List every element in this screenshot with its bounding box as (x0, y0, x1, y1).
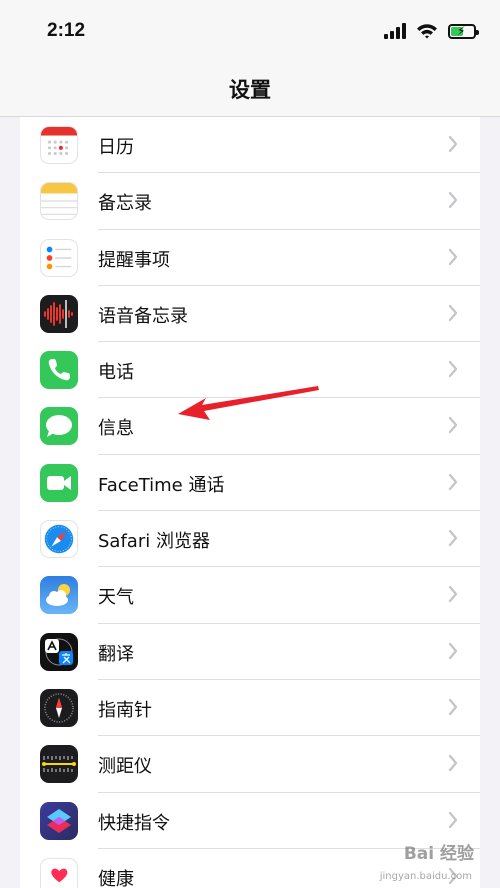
settings-row-compass[interactable]: 指南针 (20, 680, 480, 737)
chevron-right-icon (448, 529, 458, 547)
weather-icon (40, 576, 78, 615)
settings-row-label: FaceTime 通话 (98, 474, 225, 496)
voice-memos-icon (40, 294, 78, 333)
health-icon (40, 857, 78, 888)
battery-icon: ⚡ (448, 23, 479, 39)
chevron-right-icon (448, 304, 458, 321)
red-annotation-arrow (178, 386, 319, 420)
chevron-right-icon (448, 361, 458, 378)
compass-icon (40, 688, 78, 727)
charging-bolt-icon: ⚡ (457, 23, 466, 38)
watermark-logo: Bai 经验 (403, 844, 474, 864)
settings-row-label: 备忘录 (98, 193, 152, 215)
settings-row-label: 快捷指令 (98, 812, 170, 834)
settings-row-safari[interactable]: Safari 浏览器 (20, 511, 480, 568)
settings-row-label: 提醒事项 (98, 249, 170, 271)
settings-row-label: 电话 (98, 362, 134, 384)
settings-row-calendar[interactable]: 日历 (20, 117, 480, 174)
settings-row-label: 翻译 (98, 643, 134, 665)
watermark-url: jingyan.baidu.com (379, 871, 472, 882)
settings-row-measure[interactable]: 测距仪 (20, 736, 480, 793)
settings-row-label: 指南针 (98, 699, 152, 721)
messages-icon (40, 407, 78, 446)
settings-row-translate[interactable]: 翻译 (20, 624, 480, 680)
safari-icon (40, 520, 78, 559)
settings-row-label: Safari 浏览器 (98, 531, 210, 553)
settings-row-reminders[interactable]: 提醒事项 (20, 230, 480, 286)
chevron-right-icon (448, 755, 458, 772)
translate-icon (40, 632, 78, 671)
navigation-bar: 设置 (0, 62, 500, 117)
chevron-right-icon (448, 248, 458, 265)
settings-row-voice-memos[interactable]: 语音备忘录 (20, 286, 480, 343)
chevron-right-icon (448, 192, 458, 209)
page-title: 设置 (229, 78, 271, 102)
cellular-signal-icon (384, 23, 406, 39)
facetime-icon (40, 463, 78, 502)
settings-row-facetime[interactable]: FaceTime 通话 (20, 455, 480, 512)
settings-row-weather[interactable]: 天气 (20, 567, 480, 624)
settings-screen: 2:12 ⚡ 设置 日历 备忘录 提醒事项 语音备忘录 电话 信息 FaceTi… (0, 0, 500, 888)
settings-list: 日历 备忘录 提醒事项 语音备忘录 电话 信息 FaceTime 通话 Safa… (20, 117, 480, 888)
settings-row-label: 天气 (98, 587, 134, 609)
status-time: 2:12 (47, 20, 86, 41)
chevron-right-icon (448, 811, 458, 828)
chevron-right-icon (448, 586, 458, 603)
shortcuts-icon (40, 801, 78, 840)
wifi-icon (417, 24, 437, 39)
chevron-right-icon (448, 642, 458, 659)
chevron-right-icon (448, 417, 458, 434)
phone-icon (40, 351, 78, 390)
settings-row-label: 健康 (98, 868, 134, 888)
measure-icon (40, 745, 78, 784)
settings-row-label: 日历 (98, 137, 134, 158)
calendar-icon (40, 126, 78, 164)
settings-row-notes[interactable]: 备忘录 (20, 173, 480, 230)
settings-row-label: 信息 (98, 418, 134, 440)
status-bar: 2:12 ⚡ (0, 0, 500, 62)
chevron-right-icon (448, 135, 458, 153)
chevron-right-icon (448, 698, 458, 716)
settings-row-label: 语音备忘录 (98, 305, 188, 327)
notes-icon (40, 182, 78, 221)
status-icons: ⚡ (384, 20, 479, 42)
chevron-right-icon (448, 473, 458, 490)
reminders-icon (40, 238, 78, 277)
settings-row-label: 测距仪 (98, 756, 152, 778)
